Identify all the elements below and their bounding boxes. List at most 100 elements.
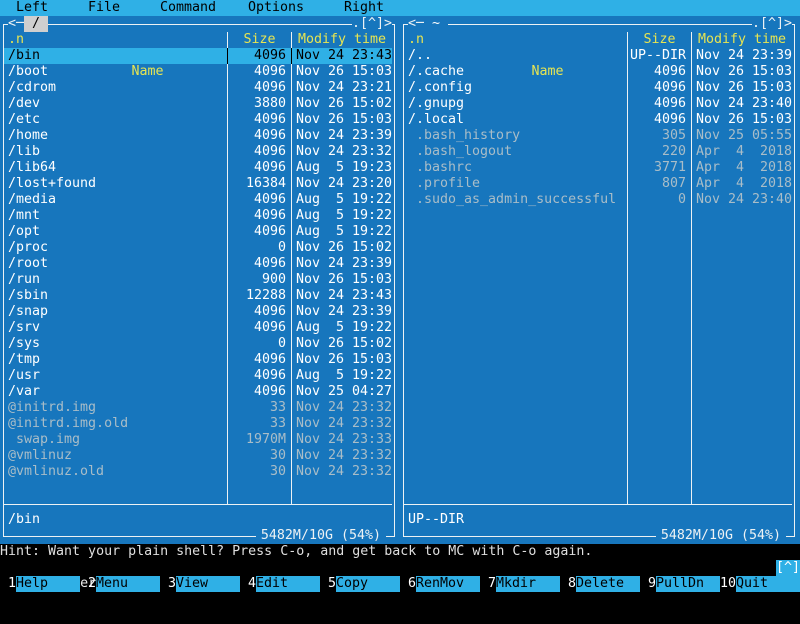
fkey-label: PullDn [656, 576, 720, 592]
fkey-pulldn-button[interactable]: 9PullDn [640, 576, 720, 592]
fkey-number: 9 [640, 576, 656, 592]
file-row[interactable]: /.local4096Nov 26 15:03 [404, 112, 792, 128]
file-size: 4096 [228, 128, 291, 144]
fkey-mkdir-button[interactable]: 7Mkdir [480, 576, 560, 592]
file-row[interactable]: /lib4096Nov 24 23:32 [4, 144, 392, 160]
fkey-delete-button[interactable]: 8Delete [560, 576, 640, 592]
file-size: 4096 [228, 192, 291, 208]
file-row[interactable]: /.gnupg4096Nov 24 23:40 [404, 96, 792, 112]
column-header-mtime[interactable]: Modify time [292, 32, 392, 48]
fkey-renmov-button[interactable]: 6RenMov [400, 576, 480, 592]
file-mtime: Nov 26 15:03 [692, 64, 792, 80]
file-row[interactable]: /sys0Nov 26 15:02 [4, 336, 392, 352]
file-mtime: Nov 24 23:32 [292, 464, 392, 480]
column-headers: .n Name Size Modify time [404, 32, 792, 48]
panel-right: <─ ~ .[^]> .n Name Size Modify time /..U… [400, 16, 800, 544]
column-divider [627, 32, 628, 504]
file-mtime: Aug 5 19:22 [292, 208, 392, 224]
file-row[interactable]: /sbin12288Nov 24 23:43 [4, 288, 392, 304]
file-row[interactable]: .profile807Apr 4 2018 [404, 176, 792, 192]
file-name: /.config [404, 80, 627, 96]
panel-left: <─ / .[^]> .n Name Size Modify time /bin… [0, 16, 400, 544]
file-row[interactable]: .sudo_as_admin_successful0Nov 24 23:40 [404, 192, 792, 208]
file-row[interactable]: @vmlinuz.old30Nov 24 23:32 [4, 464, 392, 480]
mc-screen: Left File Command Options Right <─ / .[^]> .… [0, 0, 800, 600]
file-name: /mnt [4, 208, 227, 224]
file-row[interactable]: /media4096Aug 5 19:22 [4, 192, 392, 208]
file-row[interactable]: /var4096Nov 25 04:27 [4, 384, 392, 400]
file-row[interactable]: /lib644096Aug 5 19:23 [4, 160, 392, 176]
file-name: /root [4, 256, 227, 272]
panel-controls-icon[interactable]: .[^]> [752, 16, 792, 32]
panel-title: <─ / .[^]> [0, 16, 400, 32]
file-row[interactable]: /home4096Nov 24 23:39 [4, 128, 392, 144]
file-row[interactable]: /dev3880Nov 26 15:02 [4, 96, 392, 112]
file-row[interactable]: .bash_history305Nov 25 05:55 [404, 128, 792, 144]
fkey-copy-button[interactable]: 5Copy [320, 576, 400, 592]
file-name: swap.img [4, 432, 227, 448]
column-header-size[interactable]: Size [628, 32, 691, 48]
file-row[interactable]: /usr4096Aug 5 19:22 [4, 368, 392, 384]
file-row[interactable]: /..UP--DIRNov 24 23:39 [404, 48, 792, 64]
menu-item-file[interactable]: File [88, 0, 120, 16]
file-row[interactable]: /.config4096Nov 26 15:03 [404, 80, 792, 96]
file-row[interactable]: /bin4096Nov 24 23:43 [4, 48, 392, 64]
file-row[interactable]: /etc4096Nov 26 15:03 [4, 112, 392, 128]
column-header-size[interactable]: Size [228, 32, 291, 48]
file-row[interactable]: @initrd.img33Nov 24 23:32 [4, 400, 392, 416]
menu-item-right[interactable]: Right [344, 0, 384, 16]
file-size: 0 [628, 192, 691, 208]
current-path[interactable]: ~ [424, 16, 448, 32]
fkey-edit-button[interactable]: 4Edit [240, 576, 320, 592]
file-row[interactable]: .bash_logout220Apr 4 2018 [404, 144, 792, 160]
file-row[interactable]: /lost+found16384Nov 24 23:20 [4, 176, 392, 192]
file-row[interactable]: /mnt4096Aug 5 19:22 [4, 208, 392, 224]
file-mtime: Nov 25 05:55 [692, 128, 792, 144]
command-line[interactable]: wook@server18:/$ [^] [0, 560, 800, 576]
file-mtime: Nov 26 15:03 [292, 64, 392, 80]
file-size: 4096 [628, 80, 691, 96]
file-size: 4096 [228, 64, 291, 80]
file-size: 30 [228, 464, 291, 480]
menu-item-left[interactable]: Left [16, 0, 48, 16]
menu-item-command[interactable]: Command [160, 0, 216, 16]
mini-status: UP--DIR [408, 512, 464, 528]
file-row[interactable]: /root4096Nov 24 23:39 [4, 256, 392, 272]
file-row[interactable]: .bashrc3771Apr 4 2018 [404, 160, 792, 176]
history-back-icon[interactable]: <─ [8, 16, 24, 32]
panel-controls-icon[interactable]: .[^]> [352, 16, 392, 32]
file-name: /snap [4, 304, 227, 320]
fkey-help-button[interactable]: 1Help [0, 576, 80, 592]
file-name: /lib [4, 144, 227, 160]
column-header-mtime[interactable]: Modify time [692, 32, 792, 48]
file-row[interactable]: /run900Nov 26 15:03 [4, 272, 392, 288]
menu-item-options[interactable]: Options [248, 0, 304, 16]
file-size: 4096 [228, 208, 291, 224]
file-row[interactable]: @vmlinuz30Nov 24 23:32 [4, 448, 392, 464]
file-row[interactable]: /.cache4096Nov 26 15:03 [404, 64, 792, 80]
file-size: 1970M [228, 432, 291, 448]
file-mtime: Aug 5 19:22 [292, 320, 392, 336]
file-row[interactable]: /opt4096Aug 5 19:22 [4, 224, 392, 240]
file-mtime: Nov 24 23:21 [292, 80, 392, 96]
mini-status-separator [404, 504, 792, 505]
file-row[interactable]: swap.img1970MNov 24 23:33 [4, 432, 392, 448]
panel-toggle-button[interactable]: [^] [776, 560, 800, 576]
file-row[interactable]: /srv4096Aug 5 19:22 [4, 320, 392, 336]
file-row[interactable]: /cdrom4096Nov 24 23:21 [4, 80, 392, 96]
history-back-icon[interactable]: <─ [408, 16, 424, 32]
fkey-menu-button[interactable]: 2Menu [80, 576, 160, 592]
file-size: 4096 [228, 144, 291, 160]
fkey-view-button[interactable]: 3View [160, 576, 240, 592]
file-size: 4096 [228, 160, 291, 176]
file-row[interactable]: /tmp4096Nov 26 15:03 [4, 352, 392, 368]
file-row[interactable]: /proc0Nov 26 15:02 [4, 240, 392, 256]
file-row[interactable]: /boot4096Nov 26 15:03 [4, 64, 392, 80]
file-row[interactable]: /snap4096Nov 24 23:39 [4, 304, 392, 320]
file-row[interactable]: @initrd.img.old33Nov 24 23:32 [4, 416, 392, 432]
fkey-quit-button[interactable]: 10Quit [720, 576, 800, 592]
file-name: /bin [4, 48, 227, 64]
file-size: 4096 [628, 64, 691, 80]
file-size: UP--DIR [628, 48, 691, 64]
current-path[interactable]: / [24, 16, 48, 32]
